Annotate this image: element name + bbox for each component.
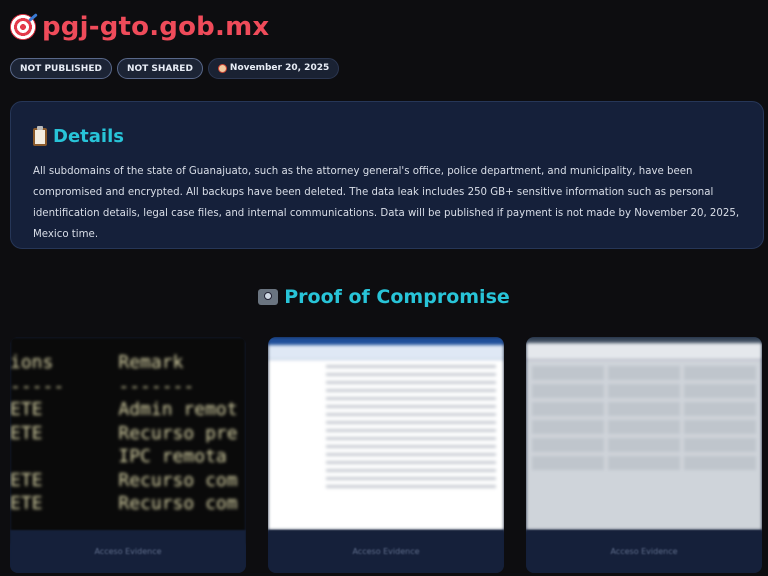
target-icon [10,14,36,40]
camera-icon [258,289,279,305]
evidence-screenshot-explorer [268,337,504,530]
evidence-card-3[interactable]: Acceso Evidence [526,337,762,573]
evidence-caption: Acceso Evidence [10,530,246,573]
details-heading: Details [33,125,741,147]
terminal-line: ETE Recurso com [10,469,238,491]
status-badges: NOT PUBLISHED NOT SHARED November 20, 20… [10,58,340,79]
evidence-caption: Acceso Evidence [268,530,504,573]
status-badge-shared: NOT SHARED [116,58,203,79]
clipboard-icon [33,125,47,146]
terminal-line: ions Remark [10,352,184,373]
proof-heading: Proof of Compromise [0,286,768,308]
terminal-line: ----- ------- [10,375,195,397]
status-badge-published: NOT PUBLISHED [10,58,112,79]
details-description: All subdomains of the state of Guanajuat… [33,166,740,240]
terminal-line: ETE Admin remot [10,399,238,420]
evidence-screenshot-terminal: ions Remark ----- ------- ETE Admin remot E… [10,337,246,544]
details-card: Details All subdomains of the state of G… [10,101,764,249]
site-header: pgj-gto.gob.mx [10,12,269,42]
site-title: pgj-gto.gob.mx [42,12,270,42]
alarm-clock-icon [217,64,227,73]
deadline-date: November 20, 2025 [229,63,330,73]
terminal-line: IPC remota [10,446,227,467]
terminal-line: ETE Recurso pre [10,422,238,444]
proof-title: Proof of Compromise [284,286,510,308]
evidence-card-2[interactable]: Acceso Evidence [268,337,504,573]
evidence-caption: Acceso Evidence [526,530,762,573]
details-title: Details [53,126,124,147]
deadline-badge: November 20, 2025 [207,58,340,79]
evidence-card-1[interactable]: ions Remark ----- ------- ETE Admin remot E… [10,337,246,573]
evidence-screenshot-admin-panel [526,337,762,530]
terminal-line: ETE Recurso com [10,493,238,514]
